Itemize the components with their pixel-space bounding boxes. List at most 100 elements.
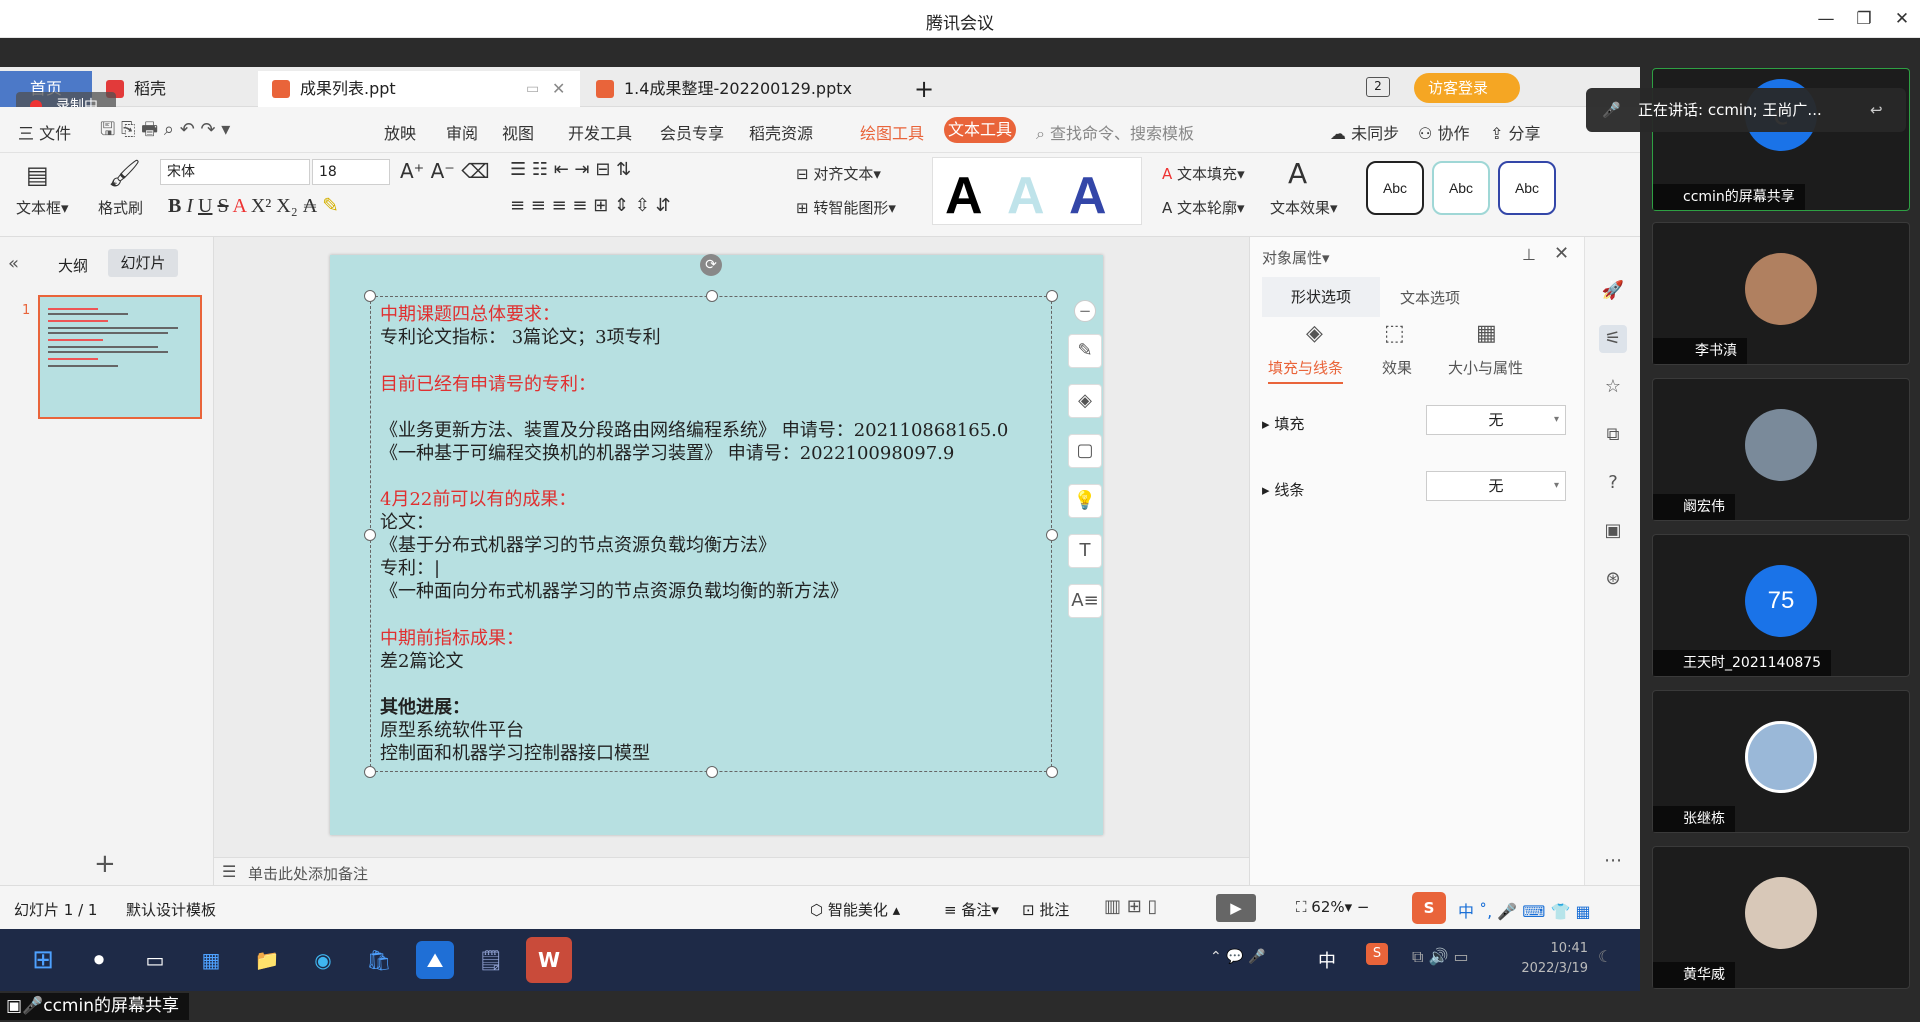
share-button[interactable]: ⇪ 分享 bbox=[1490, 120, 1541, 144]
brush-icon[interactable]: ✎ bbox=[1068, 334, 1102, 368]
sogou-tray-icon[interactable]: S bbox=[1366, 943, 1388, 965]
menu-member[interactable]: 会员专享 bbox=[660, 120, 724, 144]
sync-status[interactable]: ☁ 未同步 bbox=[1330, 120, 1399, 144]
sogou-ime-icon[interactable]: S bbox=[1412, 892, 1446, 924]
resize-handle[interactable] bbox=[1046, 529, 1058, 541]
template-name[interactable]: 默认设计模板 bbox=[126, 899, 216, 920]
collapse-panel-icon[interactable]: « bbox=[8, 253, 19, 274]
participant-tile[interactable]: 黄华威 bbox=[1652, 846, 1910, 989]
textbox-button[interactable]: 文本框▾ bbox=[16, 197, 69, 218]
menu-developer[interactable]: 开发工具 bbox=[568, 120, 632, 144]
close-panel-icon[interactable]: ✕ bbox=[1554, 243, 1569, 264]
fill-bucket-icon[interactable]: ◈ bbox=[1068, 384, 1102, 418]
tab-shape-options[interactable]: 形状选项 bbox=[1262, 277, 1380, 317]
view-mode-icons[interactable]: ▥ ⊞ ▯ bbox=[1104, 896, 1157, 917]
slide-text-line[interactable]: 控制面和机器学习控制器接口模型 bbox=[380, 739, 650, 765]
font-name-select[interactable]: 宋体 bbox=[160, 159, 310, 185]
participant-tile[interactable]: 阚宏伟 bbox=[1652, 378, 1910, 521]
slide-thumbnail[interactable] bbox=[38, 295, 202, 419]
slide-text-line[interactable]: 《一种基于可编程交换机的机器学习装置》 申请号：202210098097.9 bbox=[380, 439, 954, 465]
command-search[interactable]: ⌕ 查找命令、搜索模板 bbox=[1036, 120, 1194, 144]
smart-beautify-button[interactable]: ⬡ 智能美化 ▴ bbox=[810, 899, 900, 920]
line-select[interactable]: 无 ▾ bbox=[1426, 471, 1566, 501]
resize-handle[interactable] bbox=[706, 766, 718, 778]
subtab-effect[interactable]: 效果 bbox=[1382, 357, 1412, 378]
resize-handle[interactable] bbox=[706, 290, 718, 302]
list-icons[interactable]: ☰ ☷ ⇤ ⇥ ⊟ ⇅ bbox=[510, 159, 631, 180]
font-style-icons[interactable]: B I U S A X² X₂ ₳ ✎ bbox=[168, 193, 339, 218]
menu-review[interactable]: 审阅 bbox=[446, 120, 478, 144]
subtab-fill-line[interactable]: 填充与线条 bbox=[1268, 357, 1344, 384]
smart-shape-button[interactable]: ⊞ 转智能图形▾ bbox=[796, 197, 896, 218]
file-explorer-icon[interactable]: 📁 bbox=[248, 941, 286, 979]
tab-ppt-2[interactable]: 1.4成果整理-202200129.pptx bbox=[582, 71, 904, 107]
resize-handle[interactable] bbox=[1046, 290, 1058, 302]
start-icon[interactable]: ⊞ bbox=[24, 941, 62, 979]
quick-access-icons[interactable]: 🖫 ⎘ 🖶 ⌕ ↶ ↷ ▾ bbox=[100, 117, 230, 147]
resize-handle[interactable] bbox=[364, 766, 376, 778]
minimize-button[interactable]: — bbox=[1812, 6, 1840, 32]
props-title[interactable]: 对象属性▾ bbox=[1262, 247, 1330, 268]
fill-section-toggle[interactable]: ▸ 填充 bbox=[1262, 413, 1304, 434]
collapse-float-toolbar-icon[interactable]: − bbox=[1074, 300, 1096, 322]
search-icon[interactable]: ⚫ bbox=[80, 941, 118, 979]
help-icon[interactable]: ? bbox=[1599, 469, 1627, 497]
menu-file[interactable]: 三 文件 bbox=[18, 120, 71, 144]
tab-text-options[interactable]: 文本选项 bbox=[1400, 287, 1460, 308]
reply-icon[interactable]: ↩ bbox=[1870, 88, 1883, 132]
participant-tile[interactable]: 李书滇 bbox=[1652, 222, 1910, 365]
edge-icon[interactable]: ◉ bbox=[304, 941, 342, 979]
shape-style-1[interactable]: Abc bbox=[1366, 161, 1424, 215]
pin-icon[interactable]: ▭ bbox=[526, 71, 539, 107]
text-style-blue[interactable]: A bbox=[1069, 166, 1107, 226]
text-outline-button[interactable]: A 文本轮廓▾ bbox=[1162, 197, 1245, 218]
notepad-icon[interactable]: 🗒 bbox=[472, 941, 510, 979]
add-slide-button[interactable]: + bbox=[94, 849, 116, 879]
widgets-icon[interactable]: ▦ bbox=[192, 941, 230, 979]
restore-button[interactable]: ❐ bbox=[1850, 6, 1878, 32]
notes-button[interactable]: ≡ 备注▾ bbox=[944, 899, 999, 920]
menu-docer-resources[interactable]: 稻壳资源 bbox=[749, 120, 813, 144]
menu-slideshow[interactable]: 放映 bbox=[384, 120, 416, 144]
text-format-icon[interactable]: A≡ bbox=[1068, 584, 1102, 618]
pin-panel-icon[interactable]: ⊥ bbox=[1522, 245, 1536, 264]
format-painter-button[interactable]: 格式刷 bbox=[98, 197, 143, 218]
slide-text-line[interactable]: 目前已经有申请号的专利： bbox=[380, 370, 596, 396]
font-grow-shrink-icons[interactable]: A⁺ A⁻ ⌫ bbox=[400, 159, 489, 183]
rotate-handle[interactable]: ⟳ bbox=[700, 254, 722, 276]
rocket-icon[interactable]: 🚀 bbox=[1599, 277, 1627, 305]
slide-text-line[interactable]: 专利论文指标： 3篇论文；3项专利 bbox=[380, 323, 661, 349]
shape-style-3[interactable]: Abc bbox=[1498, 161, 1556, 215]
star-icon[interactable]: ☆ bbox=[1599, 373, 1627, 401]
task-view-icon[interactable]: ▭ bbox=[136, 941, 174, 979]
tab-docer[interactable]: 稻壳 bbox=[92, 71, 258, 107]
menu-drawing-tools[interactable]: 绘图工具 bbox=[860, 120, 924, 144]
close-button[interactable]: ✕ bbox=[1888, 6, 1916, 32]
play-button[interactable]: ▶ bbox=[1216, 894, 1256, 922]
tab-count-badge[interactable]: 2 bbox=[1366, 77, 1390, 97]
text-style-light[interactable]: A bbox=[1007, 166, 1045, 226]
text-convert-icon[interactable]: T bbox=[1068, 534, 1102, 568]
menu-text-tools[interactable]: 文本工具 bbox=[944, 117, 1016, 143]
resize-handle[interactable] bbox=[1046, 766, 1058, 778]
meeting-app-icon[interactable]: ⛰ bbox=[416, 941, 454, 979]
layers-icon[interactable]: ⧉ bbox=[1599, 421, 1627, 449]
image-icon[interactable]: ▣ bbox=[1599, 517, 1627, 545]
notes-bar[interactable]: ☰ 单击此处添加备注 bbox=[214, 857, 1249, 885]
visitor-login-button[interactable]: 访客登录 bbox=[1414, 73, 1520, 103]
shape-style-2[interactable]: Abc bbox=[1432, 161, 1490, 215]
fill-select[interactable]: 无 ▾ bbox=[1426, 405, 1566, 435]
tab-active-ppt[interactable]: 成果列表.ppt ▭ ✕ bbox=[258, 71, 580, 107]
close-tab-icon[interactable]: ✕ bbox=[552, 71, 565, 107]
ime-toolbar[interactable]: 中 ˚, 🎤 ⌨ 👕 ▦ bbox=[1458, 898, 1591, 922]
tray-icons[interactable]: ⌃ 💬 🎤 bbox=[1210, 949, 1266, 965]
text-style-black[interactable]: A bbox=[945, 166, 983, 226]
participant-tile[interactable]: 张继栋 bbox=[1652, 690, 1910, 833]
collab-button[interactable]: ⚇ 协作 bbox=[1418, 120, 1469, 144]
text-effect-button[interactable]: 文本效果▾ bbox=[1270, 197, 1338, 218]
text-fill-button[interactable]: A 文本填充▾ bbox=[1162, 163, 1245, 184]
more-icon[interactable]: ⋯ bbox=[1599, 847, 1627, 875]
line-section-toggle[interactable]: ▸ 线条 bbox=[1262, 479, 1304, 500]
store-icon[interactable]: 🛍 bbox=[360, 941, 398, 979]
participant-tile[interactable]: 75 王天时_2021140875 bbox=[1652, 534, 1910, 677]
